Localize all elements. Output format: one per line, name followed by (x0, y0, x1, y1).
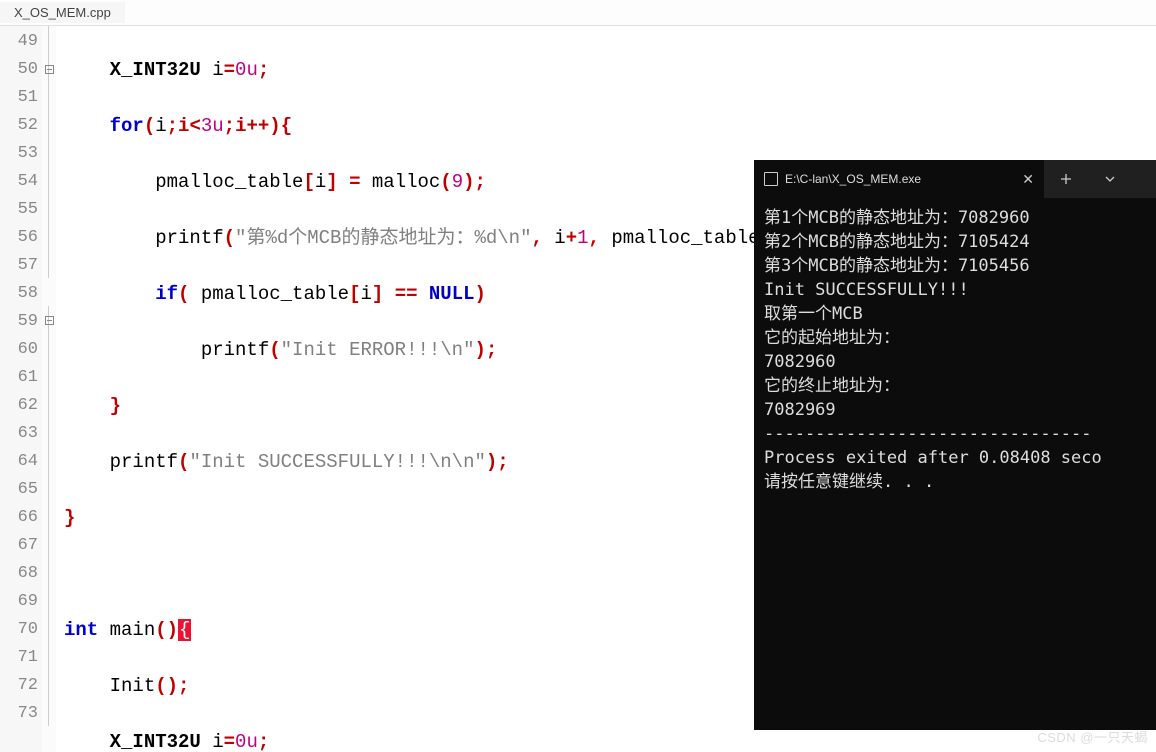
tab-bar: X_OS_MEM.cpp (0, 0, 1156, 26)
terminal-window[interactable]: E:\C-lan\X_OS_MEM.exe ✕ 第1个MCB的静态地址为：708… (754, 160, 1156, 730)
terminal-titlebar[interactable]: E:\C-lan\X_OS_MEM.exe ✕ (754, 160, 1156, 198)
chevron-down-icon (1104, 173, 1116, 185)
terminal-tab[interactable]: E:\C-lan\X_OS_MEM.exe ✕ (754, 160, 1044, 198)
new-tab-button[interactable] (1044, 160, 1088, 198)
fold-box-icon[interactable] (45, 65, 54, 74)
watermark: CSDN @一只天蝎 (1037, 727, 1148, 746)
tab-dropdown-button[interactable] (1088, 160, 1132, 198)
plus-icon (1060, 173, 1072, 185)
fold-box-icon[interactable] (45, 316, 54, 325)
terminal-title: E:\C-lan\X_OS_MEM.exe (785, 167, 1015, 191)
terminal-output[interactable]: 第1个MCB的静态地址为：7082960第2个MCB的静态地址为：7105424… (754, 198, 1156, 502)
line-number-gutter: 495051 525354 555657 585960 616263 64656… (0, 26, 42, 752)
terminal-icon (764, 172, 778, 186)
brace-match-highlight: { (178, 619, 191, 641)
file-tab[interactable]: X_OS_MEM.cpp (0, 2, 125, 23)
fold-column[interactable] (42, 26, 56, 752)
close-tab-icon[interactable]: ✕ (1022, 167, 1034, 191)
